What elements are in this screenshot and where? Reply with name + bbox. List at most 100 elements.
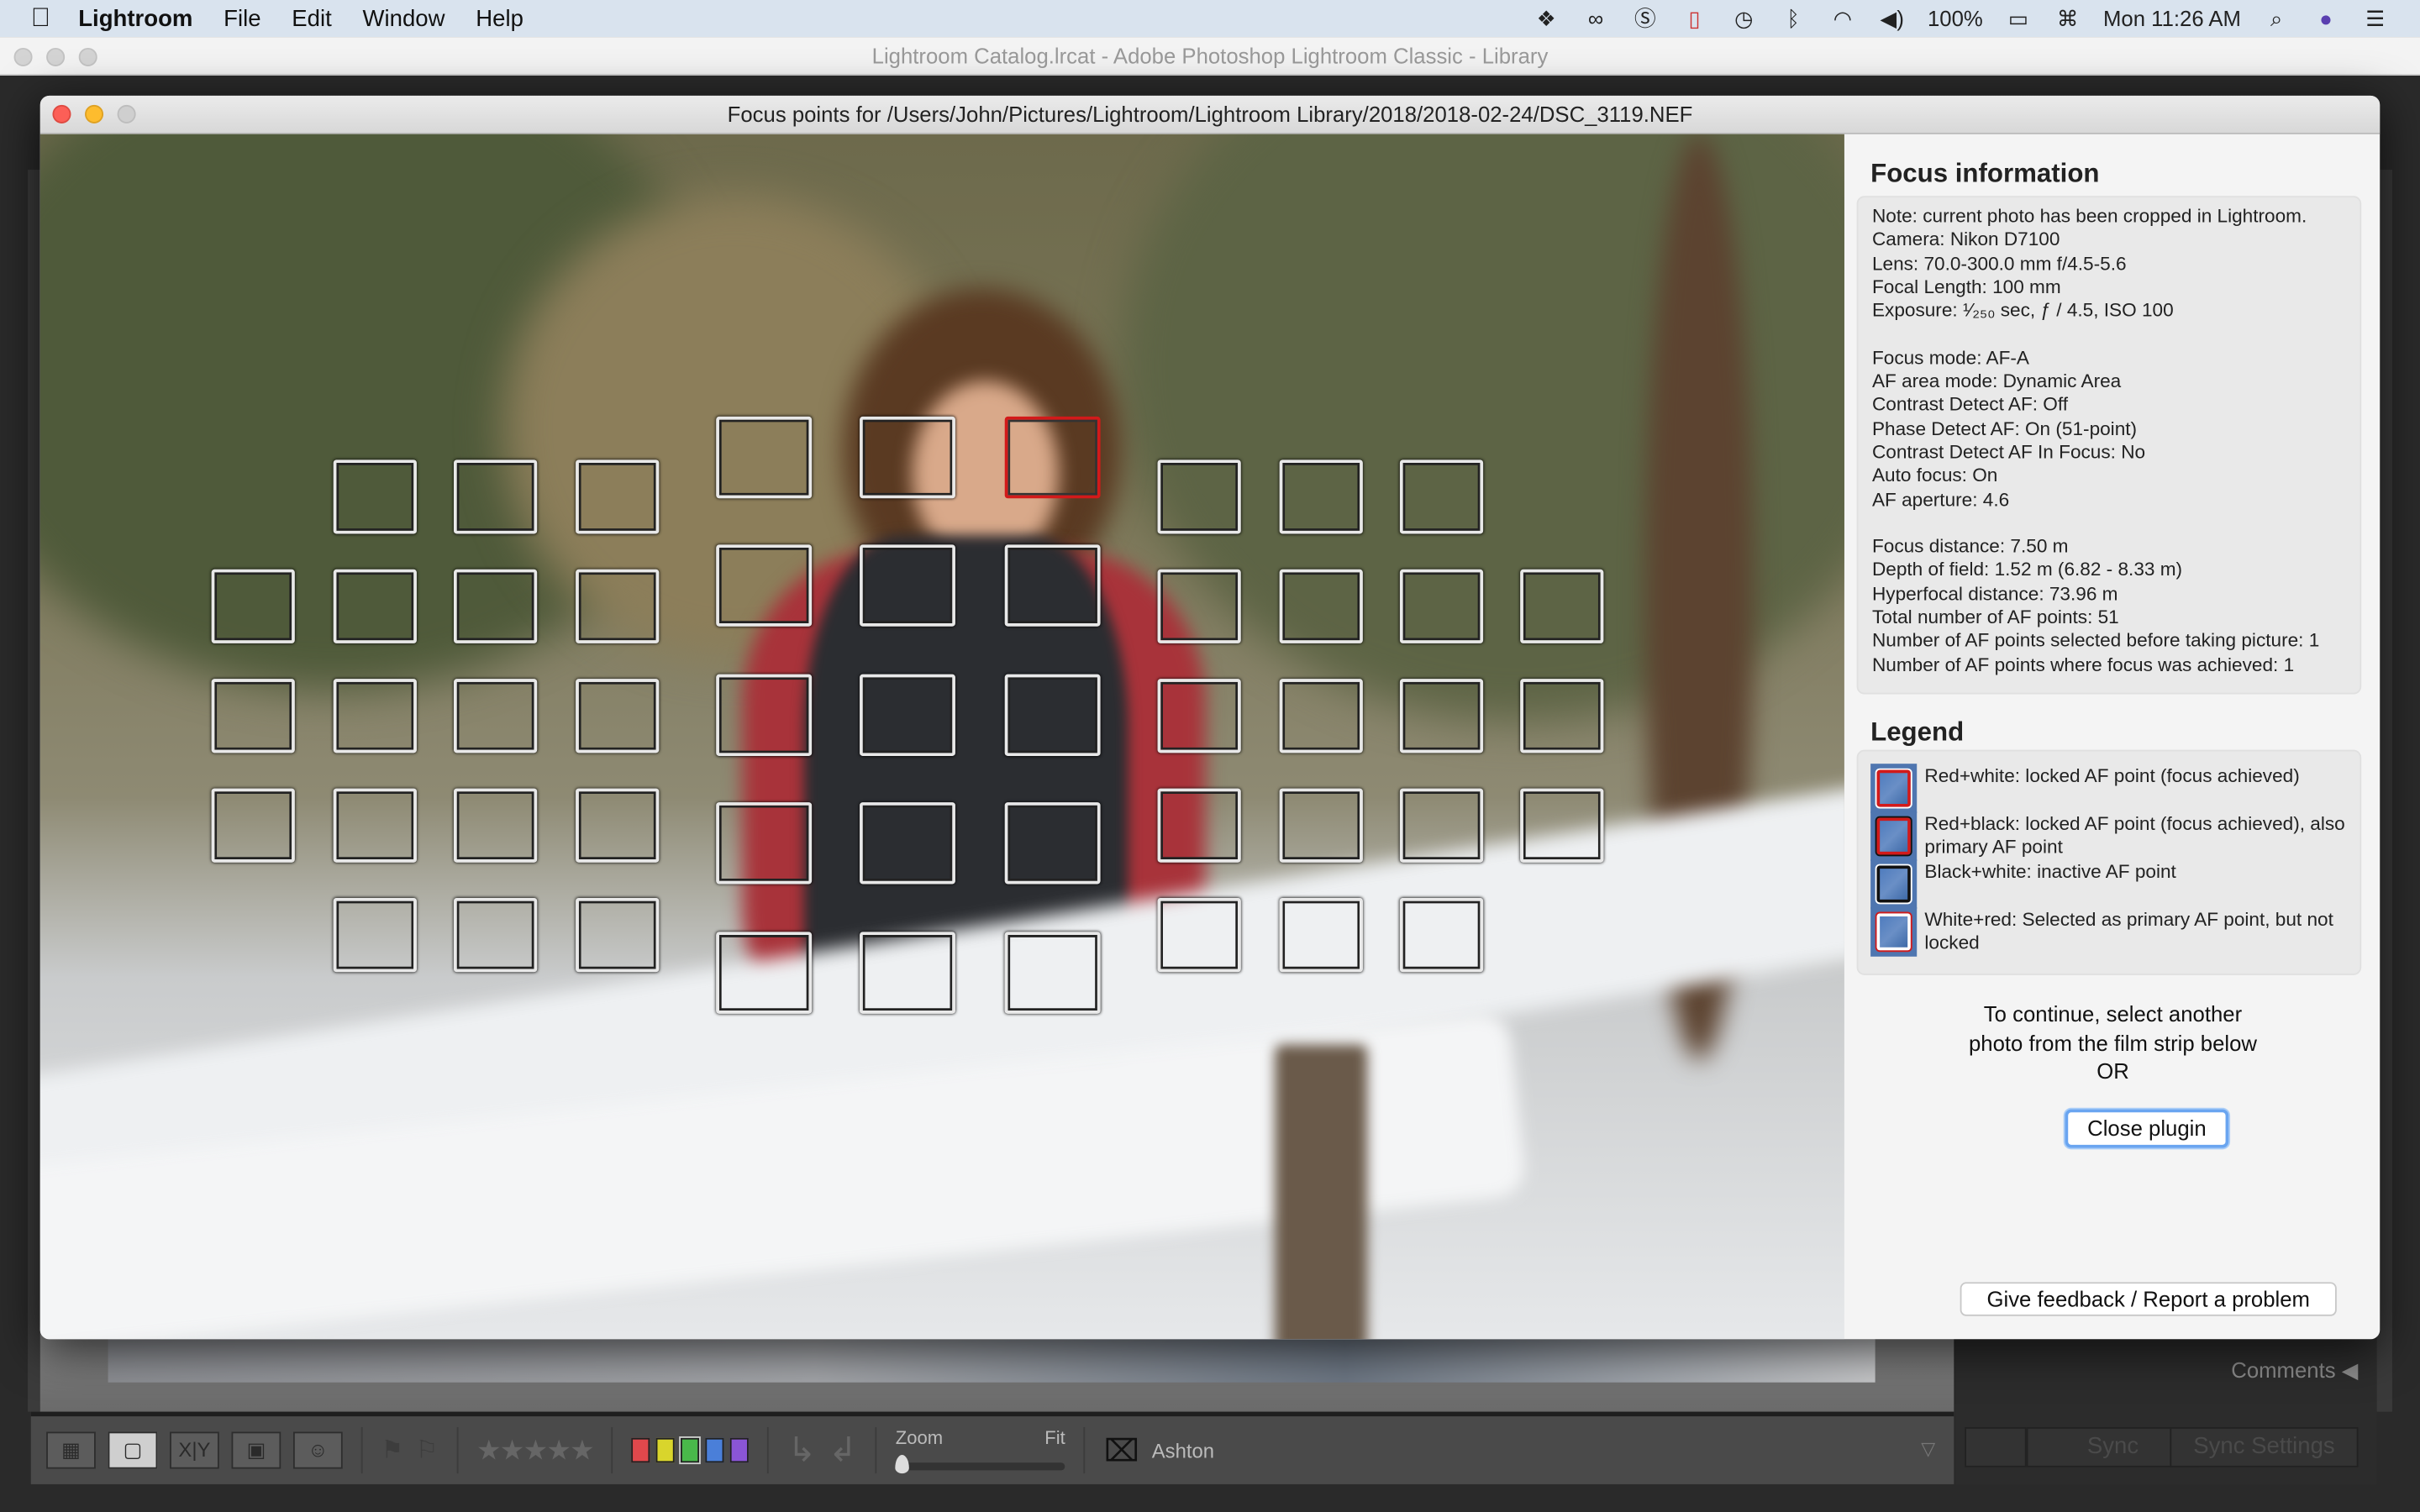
focus-info-panel: Focus information Note: current photo ha… [1846, 134, 2381, 1339]
legend-text: Black+white: inactive AF point [1924, 860, 2176, 883]
siri-icon[interactable]: ● [2312, 6, 2339, 30]
color-label-5[interactable] [730, 1437, 750, 1463]
lr-zoom-button[interactable] [78, 47, 97, 66]
photo-preview [39, 134, 1844, 1340]
color-label-3[interactable] [679, 1436, 702, 1465]
right-panel: Comments ◀ Sync Sync Settings [1955, 1339, 2377, 1484]
af-point [1279, 897, 1363, 973]
dialog-minimize-button[interactable] [85, 104, 104, 123]
af-point [1399, 788, 1484, 863]
comments-panel-header[interactable]: Comments ◀ [2231, 1357, 2358, 1383]
phone-alert-icon[interactable]: ▯ [1681, 5, 1708, 31]
focus-info-text: Note: current photo has been cropped in … [1858, 197, 2360, 685]
rotate-right-icon[interactable]: ↲ [829, 1431, 857, 1471]
notification-center-icon[interactable]: ☰ [2361, 5, 2389, 31]
reject-flag-icon[interactable]: ⚐ [416, 1435, 438, 1466]
menu-window[interactable]: Window [363, 5, 445, 31]
s-shield-icon[interactable]: Ⓢ [1631, 3, 1659, 34]
grid-view-button[interactable]: ▦ [46, 1431, 96, 1469]
af-point [716, 802, 813, 885]
divider [875, 1426, 877, 1474]
left-panel-edge [28, 170, 40, 1412]
people-view-button[interactable]: ☺ [292, 1431, 343, 1469]
af-point [1399, 897, 1484, 973]
face-region-icon[interactable]: ⌧ [1104, 1431, 1139, 1470]
wifi-icon[interactable]: ◠ [1828, 5, 1856, 31]
continue-instructions: To continue, select another photo from t… [1846, 1000, 2381, 1085]
compare-view-button[interactable]: X|Y [170, 1431, 219, 1469]
focus-info-line: AF aperture: 4.6 [1871, 488, 2010, 511]
af-point [1399, 569, 1484, 643]
feedback-button[interactable]: Give feedback / Report a problem [1960, 1282, 2337, 1316]
star-rating[interactable]: ★★★★★ [476, 1434, 595, 1467]
af-point [333, 788, 417, 863]
collapse-triangle-icon: ◀ [2341, 1357, 2359, 1383]
rotate-left-icon[interactable]: ↳ [787, 1431, 816, 1471]
volume-icon[interactable]: ◀) [1878, 5, 1906, 31]
dropbox-icon[interactable]: ❖ [1533, 5, 1560, 31]
focus-info-line: Contrast Detect AF: Off [1871, 394, 2069, 416]
status-area: ❖ ∞ Ⓢ ▯ ◷ ᛒ ◠ ◀) 100% ▭ ⌘ Mon 11:26 AM ⌕… [1533, 0, 2390, 37]
loupe-view-button[interactable]: ▢ [108, 1431, 158, 1469]
focus-info-line: Contrast Detect AF In Focus: No [1871, 441, 2146, 463]
focus-info-line: Exposure: ¹⁄₂₅₀ sec, ƒ / 4.5, ISO 100 [1871, 299, 2174, 322]
legend-text: White+red: Selected as primary AF point,… [1924, 908, 2333, 954]
af-point [716, 932, 813, 1014]
focus-info-line: Camera: Nikon D7100 [1871, 228, 2060, 251]
lightroom-title-bar: Lightroom Catalog.lrcat - Adobe Photosho… [0, 37, 2420, 76]
window-title: Lightroom Catalog.lrcat - Adobe Photosho… [871, 43, 1549, 68]
close-plugin-button[interactable]: Close plugin [2065, 1109, 2229, 1148]
color-label-1[interactable] [631, 1437, 650, 1463]
menu-edit[interactable]: Edit [292, 5, 331, 31]
af-point [333, 679, 417, 753]
af-point [211, 679, 295, 753]
focus-info-line: Number of AF points where focus was achi… [1871, 654, 2295, 675]
lr-minimize-button[interactable] [46, 47, 66, 66]
pick-flag-icon[interactable]: ⚑ [381, 1435, 403, 1466]
focus-info-line: AF area mode: Dynamic Area [1871, 370, 2122, 392]
af-point [1520, 679, 1604, 753]
dialog-title: Focus points for /Users/John/Pictures/Li… [727, 102, 1693, 127]
focus-info-line: Depth of field: 1.52 m (6.82 - 8.33 m) [1871, 559, 2183, 581]
battery-icon[interactable]: ▭ [2004, 5, 2032, 31]
af-point [860, 674, 955, 757]
af-point [1279, 459, 1363, 534]
zoom-knob[interactable] [895, 1455, 910, 1474]
sync-settings-button[interactable]: Sync Settings [2170, 1426, 2359, 1467]
bluetooth-icon[interactable]: ᛒ [1780, 6, 1807, 30]
color-label-2[interactable] [656, 1437, 676, 1463]
toolbar-options-chevron-icon[interactable]: ▽ [1921, 1438, 1935, 1460]
dialog-zoom-button [117, 104, 136, 123]
zoom-slider[interactable]: Zoom Fit [895, 1427, 1065, 1474]
af-point [1399, 459, 1484, 534]
lr-close-button[interactable] [13, 47, 33, 66]
spotlight-icon[interactable]: ⌕ [2263, 5, 2291, 31]
clock[interactable]: Mon 11:26 AM [2103, 6, 2241, 30]
app-menu[interactable]: Lightroom [78, 5, 192, 31]
af-point [860, 544, 955, 627]
auto-sync-toggle[interactable] [1965, 1426, 2027, 1467]
legend-box: Red+white: locked AF point (focus achiev… [1856, 749, 2362, 975]
keyboard-icon[interactable]: ⌘ [2054, 5, 2081, 31]
focus-info-box: Note: current photo has been cropped in … [1856, 196, 2362, 695]
af-point [1520, 569, 1604, 643]
apple-menu-icon[interactable]:  [31, 3, 50, 34]
af-point [1520, 788, 1604, 863]
af-point [576, 459, 660, 534]
menu-help[interactable]: Help [476, 5, 523, 31]
creative-cloud-icon[interactable]: ∞ [1582, 6, 1610, 30]
af-point [1157, 459, 1241, 534]
zoom-track[interactable] [902, 1462, 1065, 1471]
survey-view-button[interactable]: ▣ [231, 1431, 281, 1469]
menu-file[interactable]: File [224, 5, 260, 31]
af-point [1279, 679, 1363, 753]
time-machine-icon[interactable]: ◷ [1730, 5, 1758, 31]
dialog-close-button[interactable] [52, 104, 71, 123]
continue-line: photo from the film strip below [1968, 1030, 2257, 1055]
battery-percent[interactable]: 100% [1928, 6, 1983, 30]
dialog-title-bar[interactable]: Focus points for /Users/John/Pictures/Li… [39, 95, 2381, 134]
color-label-4[interactable] [706, 1437, 725, 1463]
af-point [333, 569, 417, 643]
